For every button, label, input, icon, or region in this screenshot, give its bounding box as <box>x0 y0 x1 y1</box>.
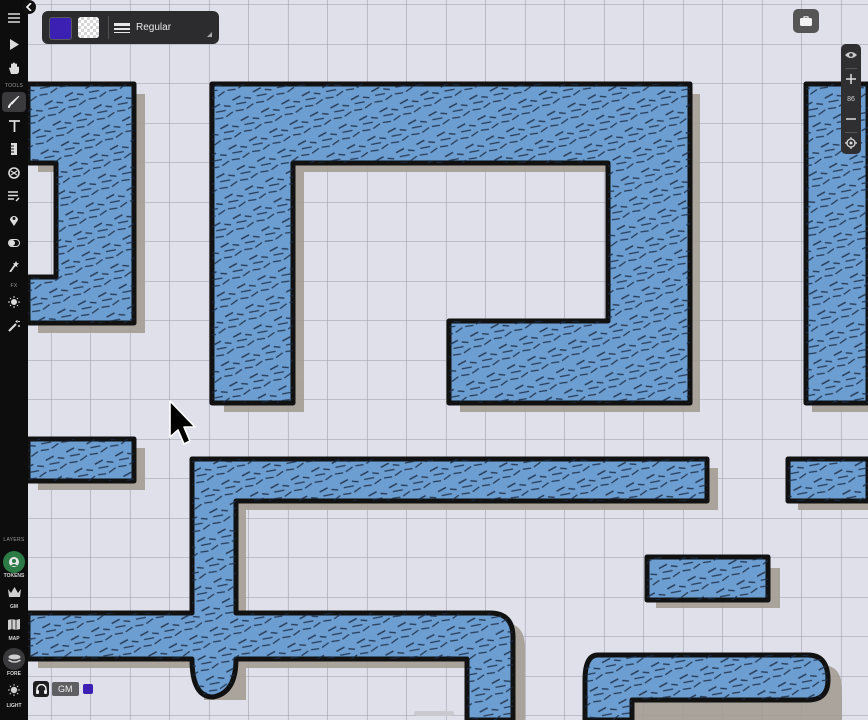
stroke-color-swatch[interactable] <box>78 17 99 38</box>
toggle-tool-button[interactable] <box>2 233 26 253</box>
line-style-dropdown[interactable]: Regular <box>114 16 214 39</box>
layer-gm-label: GM <box>9 604 19 610</box>
sun-icon <box>8 296 20 308</box>
map-canvas[interactable] <box>0 0 868 720</box>
user-name-label: GM <box>52 682 79 696</box>
hamburger-icon <box>8 13 20 23</box>
layer-light-label: LIGHT <box>6 703 22 709</box>
layer-fore-label: FORE <box>7 671 21 677</box>
style-panel: Regular <box>42 11 219 44</box>
magic-fx-button[interactable] <box>2 316 26 336</box>
collapse-toolbar-button[interactable] <box>22 0 36 14</box>
layers-section-label: LAYERS <box>3 537 25 543</box>
line-style-label: Regular <box>136 22 172 33</box>
measure-tool-button[interactable] <box>2 139 26 159</box>
zoom-separator <box>845 132 857 133</box>
sparkle-wand-icon <box>8 320 20 332</box>
line-weight-icon <box>114 22 130 33</box>
panel-divider <box>108 16 109 39</box>
headphones-icon <box>35 684 47 694</box>
pan-tool-button[interactable] <box>2 58 26 78</box>
zoom-controls: 86 <box>841 44 861 154</box>
text-tool-button[interactable] <box>2 116 26 136</box>
layer-fore-button[interactable] <box>3 648 25 670</box>
layer-light-button[interactable] <box>3 679 25 701</box>
plus-icon <box>846 74 856 84</box>
layer-map-label: MAP <box>8 636 20 642</box>
select-tool-button[interactable] <box>2 34 26 54</box>
visibility-button[interactable] <box>841 46 861 64</box>
zoom-out-button[interactable] <box>841 110 861 128</box>
fog-tool-button[interactable] <box>2 163 26 183</box>
draw-tool-button[interactable] <box>2 92 26 112</box>
tools-section-label: TOOLS <box>4 83 24 89</box>
play-arrow-icon <box>10 38 19 50</box>
bag-button[interactable] <box>793 9 819 33</box>
user-color-swatch[interactable] <box>82 684 93 694</box>
crosshair-icon <box>845 137 857 149</box>
brush-icon <box>8 96 20 108</box>
layer-tokens-button[interactable] <box>3 551 25 573</box>
zoom-in-button[interactable] <box>841 70 861 88</box>
corner-arrow-icon <box>207 32 212 37</box>
stack-icon <box>7 654 21 663</box>
fog-icon <box>8 167 20 179</box>
tokens-icon <box>9 557 19 567</box>
wand-icon <box>9 261 19 272</box>
text-icon <box>8 120 20 132</box>
chevron-left-icon <box>26 3 32 11</box>
toggle-icon <box>8 239 20 247</box>
eye-icon <box>845 52 857 58</box>
zoom-separator <box>845 68 857 69</box>
layer-map-button[interactable] <box>3 613 25 635</box>
layer-gm-button[interactable] <box>3 581 25 603</box>
dice-tool-button[interactable] <box>2 256 26 276</box>
bag-icon <box>800 16 812 26</box>
light-fx-button[interactable] <box>2 292 26 312</box>
note-list-icon <box>8 190 20 202</box>
ruler-icon <box>11 143 17 155</box>
fx-section-label: FX <box>10 283 18 289</box>
layer-tokens-label: TOKENS <box>3 573 25 579</box>
bottom-drawer-handle[interactable] <box>414 711 454 716</box>
audio-button[interactable] <box>33 681 49 697</box>
fill-color-swatch[interactable] <box>49 17 72 40</box>
user-indicator: GM <box>33 681 93 697</box>
map-pin-icon <box>10 216 18 226</box>
map-icon <box>8 618 20 630</box>
hand-icon <box>9 62 19 74</box>
left-toolbar: TOOLS FX LAYERS TOKENS GM MAP FORE LIGHT <box>0 0 28 720</box>
crown-icon <box>7 587 21 597</box>
minus-icon <box>846 118 856 120</box>
notes-tool-button[interactable] <box>2 186 26 206</box>
pin-tool-button[interactable] <box>2 210 26 230</box>
zoom-level: 86 <box>847 96 855 103</box>
light-icon <box>8 684 20 696</box>
recenter-button[interactable] <box>841 134 861 152</box>
